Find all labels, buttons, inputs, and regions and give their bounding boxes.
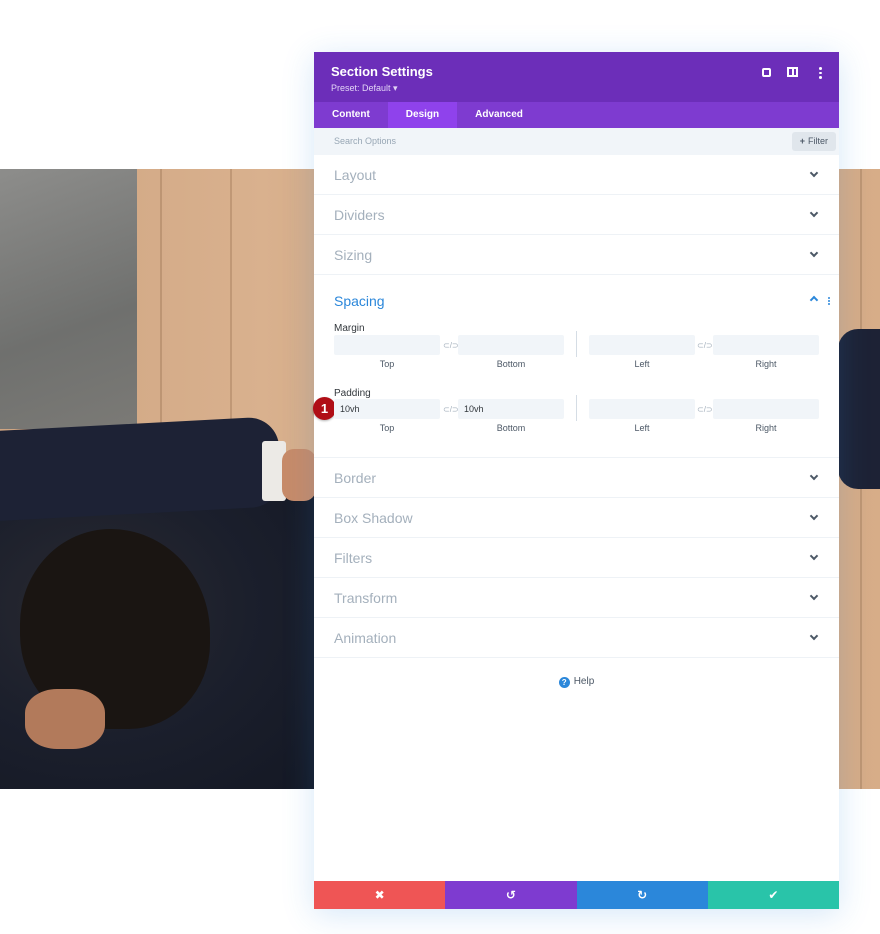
footer-actions: ✖ ↺ ↻ ✔ (314, 881, 839, 909)
panel-title: Section Settings (331, 64, 433, 79)
group-layout[interactable]: Layout (314, 155, 839, 195)
check-icon: ✔ (768, 888, 779, 902)
redo-button[interactable]: ↻ (576, 881, 708, 909)
photo-concrete-floor (0, 169, 137, 429)
padding-top-caption: Top (379, 423, 395, 433)
group-label: Layout (334, 167, 377, 183)
group-filters[interactable]: Filters (314, 538, 839, 578)
padding-top-input[interactable] (334, 399, 440, 419)
chevron-down-icon (809, 248, 819, 258)
link-icon[interactable]: ⊂/⊃ (697, 341, 713, 350)
chevron-down-icon (809, 631, 819, 641)
tab-design[interactable]: Design (387, 102, 458, 128)
group-label: Transform (334, 590, 398, 606)
plus-icon: + (799, 136, 805, 146)
filter-button[interactable]: + Filter (791, 132, 836, 151)
tab-bar: Content Design Advanced (314, 102, 839, 128)
group-label: Border (334, 470, 377, 486)
save-button[interactable]: ✔ (707, 881, 839, 909)
group-dividers[interactable]: Dividers (314, 195, 839, 235)
link-icon[interactable]: ⊂/⊃ (443, 341, 459, 350)
link-icon[interactable]: ⊂/⊃ (697, 405, 713, 414)
margin-label: Margin (334, 323, 365, 334)
chevron-down-icon (809, 511, 819, 521)
margin-top-input[interactable] (334, 335, 440, 355)
chevron-up-icon[interactable] (809, 295, 819, 305)
tab-advanced[interactable]: Advanced (457, 102, 541, 128)
redo-icon: ↻ (637, 888, 648, 902)
divider (576, 331, 577, 357)
margin-left-input[interactable] (589, 335, 695, 355)
step-badge: 1 (313, 397, 336, 420)
preset-selector[interactable]: Preset: Default ▾ (331, 83, 398, 94)
margin-top-caption: Top (379, 359, 395, 369)
search-input[interactable] (334, 136, 634, 146)
chevron-down-icon (809, 471, 819, 481)
cancel-button[interactable]: ✖ (314, 881, 446, 909)
photo-suit-arm-right (838, 329, 880, 489)
help-icon: ? (558, 677, 570, 688)
padding-right-input[interactable] (713, 399, 819, 419)
padding-bottom-input[interactable] (458, 399, 564, 419)
help-link[interactable]: ? Help (314, 676, 839, 688)
chevron-down-icon (809, 168, 819, 178)
group-label: Animation (334, 630, 397, 646)
header-icons (760, 66, 827, 80)
padding-label: Padding (334, 388, 371, 399)
undo-button[interactable]: ↺ (445, 881, 577, 909)
tab-content[interactable]: Content (314, 102, 388, 128)
group-label: Box Shadow (334, 510, 413, 526)
photo-suit-arm (0, 416, 283, 522)
group-border[interactable]: Border (314, 458, 839, 498)
group-sizing[interactable]: Sizing (314, 235, 839, 275)
group-box-shadow[interactable]: Box Shadow (314, 498, 839, 538)
spacing-options-icon[interactable] (828, 297, 830, 305)
search-row: +Filter (314, 128, 839, 155)
padding-right-caption: Right (755, 423, 777, 433)
margin-bottom-caption: Bottom (496, 359, 526, 369)
padding-left-caption: Left (634, 423, 650, 433)
group-label: Filters (334, 550, 373, 566)
group-label: Sizing (334, 247, 373, 263)
close-icon: ✖ (374, 888, 385, 902)
split-view-icon[interactable] (787, 66, 800, 79)
expand-icon[interactable] (760, 66, 773, 79)
section-settings-panel: Section Settings Preset: Default ▾ Conte… (313, 52, 839, 909)
margin-right-input[interactable] (713, 335, 819, 355)
chevron-down-icon (809, 551, 819, 561)
panel-header[interactable]: Section Settings Preset: Default ▾ (314, 52, 839, 102)
help-label: Help (573, 676, 595, 687)
group-transform[interactable]: Transform (314, 578, 839, 618)
padding-bottom-caption: Bottom (496, 423, 526, 433)
margin-right-caption: Right (755, 359, 777, 369)
group-label: Dividers (334, 207, 385, 223)
link-icon[interactable]: ⊂/⊃ (443, 405, 459, 414)
chevron-down-icon (809, 591, 819, 601)
margin-bottom-input[interactable] (458, 335, 564, 355)
divider (576, 395, 577, 421)
group-spacing: Spacing Margin ⊂/⊃ ⊂/⊃ Top Bottom Left R… (313, 275, 839, 458)
chevron-down-icon (809, 208, 819, 218)
group-animation[interactable]: Animation (314, 618, 839, 658)
filter-label: Filter (808, 136, 828, 146)
padding-left-input[interactable] (589, 399, 695, 419)
photo-face (25, 689, 105, 749)
undo-icon: ↺ (505, 888, 516, 902)
photo-hand (282, 449, 316, 501)
margin-left-caption: Left (634, 359, 650, 369)
more-options-icon[interactable] (814, 66, 827, 80)
group-label-spacing[interactable]: Spacing (334, 293, 385, 309)
